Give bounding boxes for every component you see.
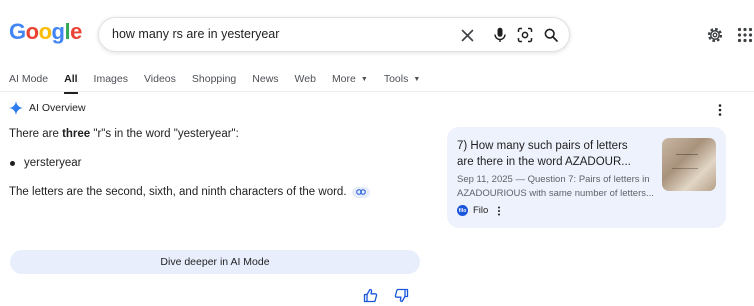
dive-deeper-label: Dive deeper in AI Mode bbox=[160, 256, 270, 268]
ai-overview-title: AI Overview bbox=[29, 102, 86, 114]
search-tabs: AI Mode All Images Videos Shopping News … bbox=[9, 72, 436, 94]
tab-tools[interactable]: Tools ▼ bbox=[384, 72, 420, 86]
tab-label: All bbox=[64, 73, 78, 85]
tab-news[interactable]: News bbox=[252, 72, 278, 86]
thumbs-down-icon[interactable] bbox=[394, 288, 409, 303]
google-logo[interactable]: Google bbox=[9, 19, 82, 45]
tab-videos[interactable]: Videos bbox=[144, 72, 176, 86]
caret-down-icon: ▼ bbox=[413, 75, 421, 83]
ai-answer-paragraph-2: The letters are the second, sixth, and n… bbox=[9, 186, 370, 198]
source-card-title[interactable]: 7) How many such pairs of letters are th… bbox=[457, 138, 647, 170]
caret-down-icon: ▼ bbox=[360, 75, 368, 83]
answer-list-item: yersteryear bbox=[10, 157, 82, 169]
logo-letter: e bbox=[70, 19, 82, 44]
logo-letter: o bbox=[25, 19, 39, 44]
ai-overview-header: AI Overview bbox=[9, 101, 86, 115]
tab-web[interactable]: Web bbox=[295, 72, 316, 86]
tab-label: Images bbox=[93, 73, 128, 85]
source-card-snippet: Sep 11, 2025 — Question 7: Pairs of lett… bbox=[457, 174, 654, 199]
filo-logo-icon: filo bbox=[457, 205, 468, 216]
tab-label: More bbox=[331, 73, 356, 85]
lens-camera-icon[interactable] bbox=[515, 25, 535, 45]
tab-label: Web bbox=[294, 73, 316, 85]
thumbnail-detail bbox=[672, 168, 698, 169]
search-input[interactable]: how many rs are in yesteryear bbox=[112, 27, 279, 41]
source-name: Filo bbox=[473, 205, 489, 216]
bullet-icon bbox=[10, 160, 15, 166]
tab-all[interactable]: All bbox=[64, 72, 78, 94]
dive-deeper-button[interactable]: Dive deeper in AI Mode bbox=[10, 250, 420, 274]
more-vert-icon[interactable] bbox=[496, 206, 502, 216]
answer-text: The letters are the second, sixth, and n… bbox=[9, 186, 347, 198]
more-vert-icon[interactable] bbox=[716, 103, 724, 117]
tab-label: News bbox=[252, 73, 279, 85]
source-attribution: filo Filo bbox=[457, 205, 502, 216]
answer-bullet-text: yersteryear bbox=[24, 157, 82, 169]
search-icon[interactable] bbox=[541, 25, 561, 45]
ai-answer-paragraph: There are three "r"s in the word "yester… bbox=[9, 128, 239, 140]
thumbnail-detail bbox=[676, 154, 698, 155]
gear-icon[interactable] bbox=[705, 25, 725, 45]
tab-more[interactable]: More ▼ bbox=[332, 72, 368, 86]
logo-letter: G bbox=[9, 19, 26, 44]
thumbs-up-icon[interactable] bbox=[363, 288, 378, 303]
tab-ai-mode[interactable]: AI Mode bbox=[9, 72, 48, 86]
tab-label: Videos bbox=[143, 73, 176, 85]
sparkle-icon bbox=[9, 101, 23, 115]
close-icon[interactable] bbox=[457, 25, 477, 45]
tab-label: AI Mode bbox=[9, 73, 49, 85]
tab-label: Shopping bbox=[191, 73, 237, 85]
logo-letter: o bbox=[38, 19, 52, 44]
link-icon[interactable] bbox=[351, 186, 370, 198]
tabs-divider bbox=[0, 91, 754, 92]
source-thumbnail[interactable] bbox=[662, 138, 716, 191]
apps-grid-icon[interactable] bbox=[737, 27, 753, 43]
search-bar[interactable]: how many rs are in yesteryear bbox=[98, 17, 570, 52]
answer-emphasis: three bbox=[62, 128, 91, 140]
answer-text: There are bbox=[9, 128, 63, 140]
tab-shopping[interactable]: Shopping bbox=[192, 72, 236, 86]
logo-letter: g bbox=[51, 19, 65, 44]
mic-icon[interactable] bbox=[490, 25, 510, 45]
tab-images[interactable]: Images bbox=[94, 72, 128, 86]
tab-label: Tools bbox=[383, 73, 409, 85]
source-card[interactable]: 7) How many such pairs of letters are th… bbox=[447, 127, 726, 228]
answer-text: "r"s in the word "yesteryear": bbox=[90, 128, 239, 140]
